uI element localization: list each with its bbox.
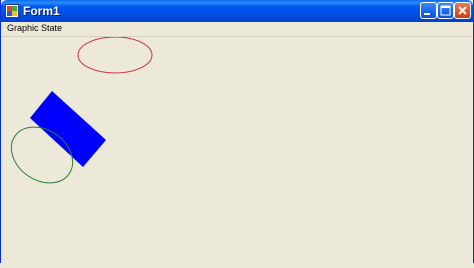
form1-window: Form1 Graphic State xyxy=(0,0,474,263)
blue-rectangle xyxy=(30,91,106,167)
red-ellipse xyxy=(77,36,153,74)
maximize-button[interactable] xyxy=(437,2,454,19)
close-button[interactable] xyxy=(454,2,471,19)
close-icon xyxy=(458,6,467,15)
window-title: Form1 xyxy=(23,4,60,18)
menu-item-graphic-state[interactable]: Graphic State xyxy=(7,22,62,35)
drawing-canvas[interactable] xyxy=(2,36,474,263)
title-bar[interactable]: Form1 xyxy=(1,0,473,22)
maximize-icon xyxy=(440,5,451,16)
menu-bar: Graphic State xyxy=(2,22,472,37)
app-icon[interactable] xyxy=(5,4,19,18)
minimize-button[interactable] xyxy=(420,2,437,19)
minimize-icon xyxy=(424,13,430,15)
